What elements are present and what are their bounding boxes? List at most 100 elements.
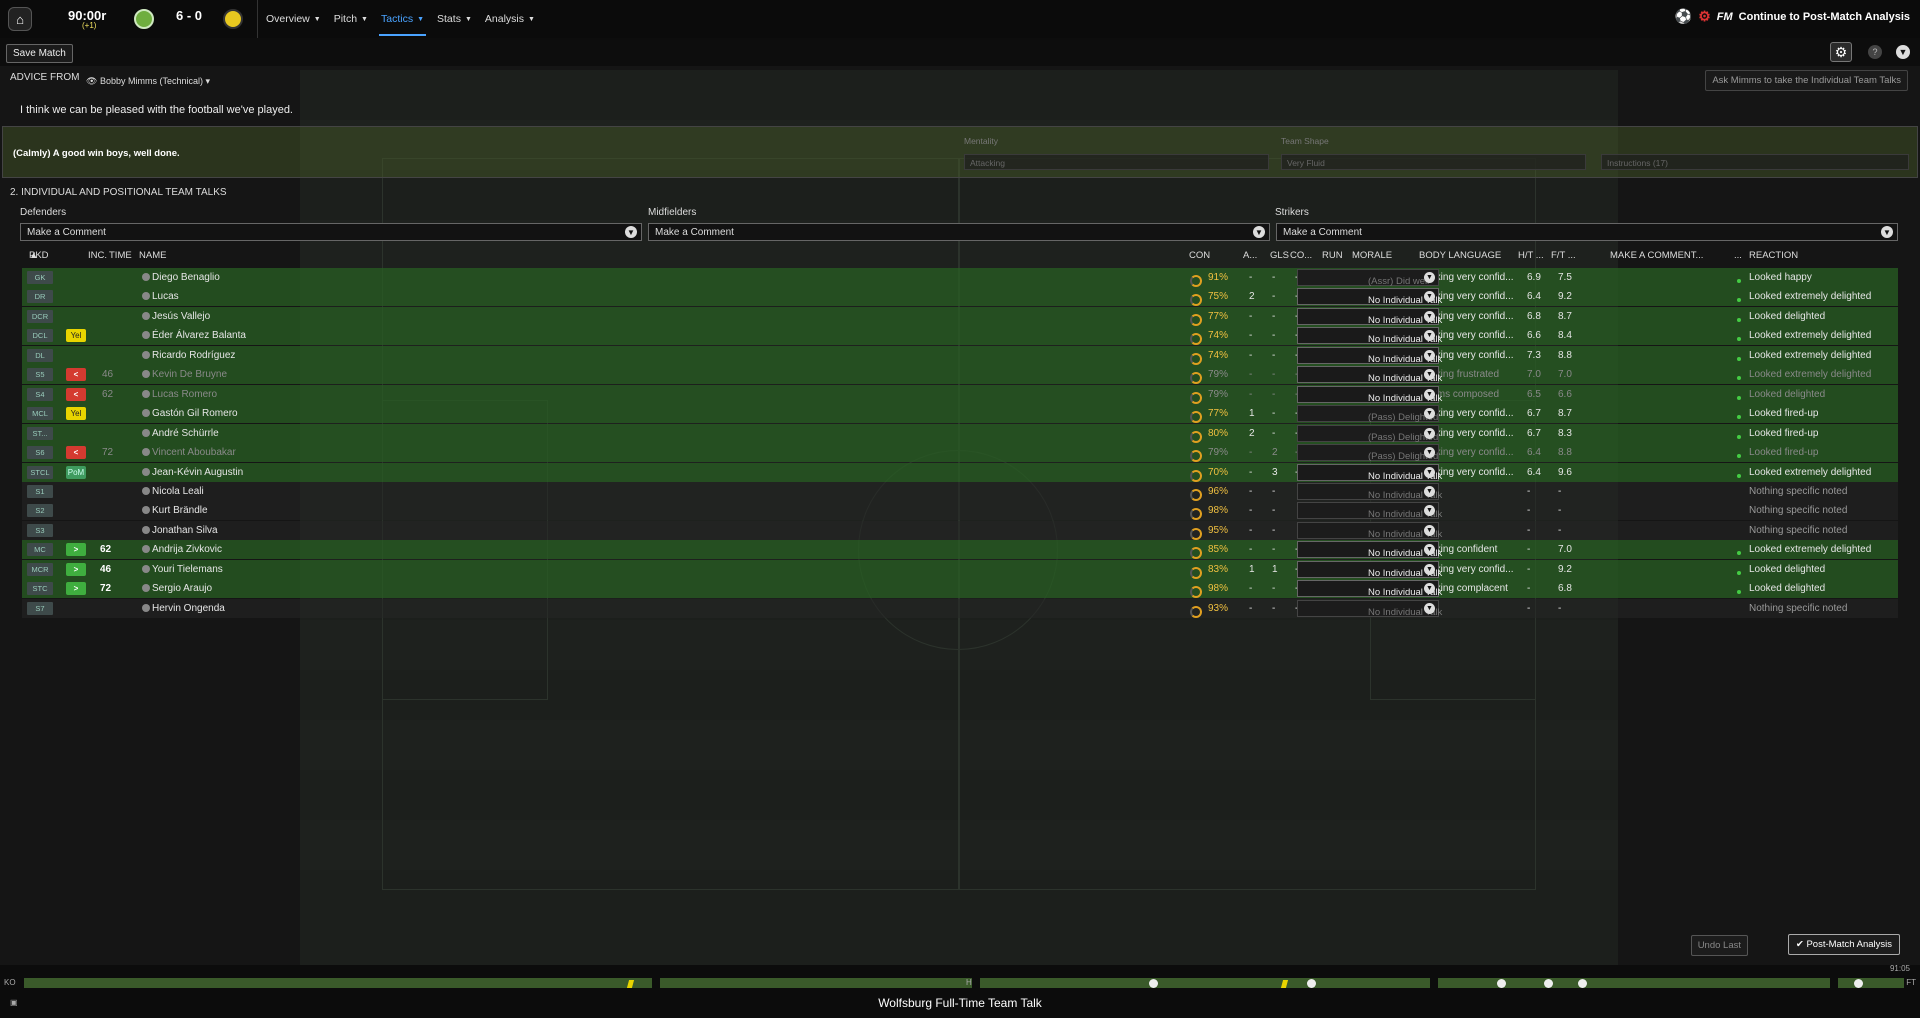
table-row[interactable]: STCLPoM70%Jean-Kévin Augustin-3-10.7kmLo… xyxy=(22,462,1898,482)
player-name[interactable]: Kurt Brändle xyxy=(152,505,208,516)
individual-talk-select[interactable]: (Pass) Delighted ▼ xyxy=(1297,405,1439,423)
post-match-analysis-button[interactable]: ✔ Post-Match Analysis xyxy=(1787,934,1900,955)
col-co[interactable]: CO... xyxy=(1290,250,1312,261)
table-row[interactable]: ST...80%André Schürrle2--13.1kmLooking v… xyxy=(22,423,1898,443)
player-name[interactable]: Kevin De Bruyne xyxy=(152,369,227,380)
info-icon[interactable] xyxy=(142,292,150,301)
individual-talk-select[interactable]: No Individual Talk ▼ xyxy=(1297,346,1442,365)
individual-talk-select[interactable]: (Assr) Did well ▼ xyxy=(1297,269,1439,287)
table-row[interactable]: S6<7279%Vincent Aboubakar-2-9.1kmLooking… xyxy=(22,443,1898,463)
col-run[interactable]: RUN xyxy=(1322,250,1343,261)
info-icon[interactable] xyxy=(142,428,150,437)
player-name[interactable]: Lucas xyxy=(152,291,179,302)
table-row[interactable]: DL74%Ricardo Rodríguez---14.5kmLooking v… xyxy=(22,345,1898,365)
midfielders-comment-select[interactable]: Make a Comment ▼ xyxy=(648,223,1270,241)
home-icon[interactable]: ⌂ xyxy=(8,7,32,31)
col-reaction[interactable]: REACTION xyxy=(1749,250,1798,261)
player-name[interactable]: Éder Álvarez Balanta xyxy=(152,330,246,341)
individual-talk-select[interactable]: (Pass) Delighted ▼ xyxy=(1297,424,1439,443)
table-row[interactable]: STC>7298%Sergio Araujo---2.4kmLooking co… xyxy=(22,579,1898,599)
col-comment[interactable]: MAKE A COMMENT... xyxy=(1610,250,1703,261)
chevron-down-icon[interactable]: ▼ xyxy=(1896,45,1910,59)
ask-assistant-button[interactable]: Ask Mimms to take the Individual Team Ta… xyxy=(1705,70,1908,91)
info-icon[interactable] xyxy=(142,311,150,320)
player-name[interactable]: Gastón Gil Romero xyxy=(152,408,238,419)
player-name[interactable]: Jean-Kévin Augustin xyxy=(152,467,243,478)
match-timeline[interactable] xyxy=(24,978,1904,988)
individual-talk-select[interactable]: No Individual Talk ▼ xyxy=(1297,327,1442,345)
individual-talk-select[interactable]: No Individual Talk ▼ xyxy=(1297,521,1442,540)
individual-talk-select[interactable]: No Individual Talk ▼ xyxy=(1297,385,1442,404)
info-icon[interactable] xyxy=(142,545,150,554)
col-con[interactable]: CON xyxy=(1189,250,1210,261)
col-pkd[interactable]: PKD ▲ xyxy=(29,250,49,261)
info-icon[interactable] xyxy=(142,486,150,495)
nav-overview[interactable]: Overview ▼ xyxy=(266,0,321,38)
table-row[interactable]: MCR>4683%Youri Tielemans11-6.8kmLooking … xyxy=(22,559,1898,579)
info-icon[interactable] xyxy=(142,331,150,340)
individual-talk-select[interactable]: No Individual Talk ▼ xyxy=(1297,502,1442,520)
player-name[interactable]: Jesús Vallejo xyxy=(152,311,210,322)
away-team-crest-icon[interactable] xyxy=(223,9,243,29)
player-name[interactable]: Diego Benaglio xyxy=(152,272,220,283)
info-icon[interactable] xyxy=(142,564,150,573)
col-inc[interactable]: INC. xyxy=(88,250,107,261)
nav-pitch[interactable]: Pitch ▼ xyxy=(334,0,368,38)
save-match-button[interactable]: Save Match xyxy=(6,44,73,63)
continue-button[interactable]: Continue to Post-Match Analysis xyxy=(1739,11,1910,23)
help-icon[interactable]: ? xyxy=(1868,45,1882,59)
info-icon[interactable] xyxy=(142,389,150,398)
instructions-select[interactable]: Instructions (17) xyxy=(1601,154,1909,170)
table-row[interactable]: S793%Hervin Ongenda------▲Very GoodNo In… xyxy=(22,598,1898,618)
table-row[interactable]: DCR77%Jesús Vallejo---10.0k...Looking ve… xyxy=(22,306,1898,326)
individual-talk-select[interactable]: No Individual Talk ▼ xyxy=(1297,307,1442,326)
info-icon[interactable] xyxy=(142,370,150,379)
info-icon[interactable] xyxy=(142,584,150,593)
player-name[interactable]: Nicola Leali xyxy=(152,486,204,497)
table-row[interactable]: MC>6285%Andrija Zivkovic---4.4kmLooking … xyxy=(22,540,1898,560)
col-more[interactable]: ... xyxy=(1734,250,1742,261)
table-row[interactable]: S196%Nicola Leali-----▲Very GoodNo Indiv… xyxy=(22,481,1898,501)
player-name[interactable]: Sergio Araujo xyxy=(152,583,212,594)
info-icon[interactable] xyxy=(142,448,150,457)
individual-talk-select[interactable]: (Pass) Delighted ▼ xyxy=(1297,444,1439,462)
player-name[interactable]: André Schürrle xyxy=(152,428,219,439)
individual-talk-select[interactable]: No Individual Talk ▼ xyxy=(1297,580,1442,598)
strikers-comment-select[interactable]: Make a Comment ▼ xyxy=(1276,223,1898,241)
mentality-select[interactable]: Attacking xyxy=(964,154,1269,170)
player-name[interactable]: Hervin Ongenda xyxy=(152,603,225,614)
nav-analysis[interactable]: Analysis ▼ xyxy=(485,0,535,38)
individual-talk-select[interactable]: No Individual Talk ▼ xyxy=(1297,599,1442,618)
col-morale[interactable]: MORALE xyxy=(1352,250,1392,261)
individual-talk-select[interactable]: No Individual Talk ▼ xyxy=(1297,463,1442,482)
table-row[interactable]: DCLYel74%Éder Álvarez Balanta---9.6kmLoo… xyxy=(22,326,1898,346)
player-name[interactable]: Andrija Zivkovic xyxy=(152,544,222,555)
ball-icon[interactable]: ⚽ xyxy=(1675,8,1692,25)
table-row[interactable]: DR75%Lucas2--14.4kmLooking very confid..… xyxy=(22,287,1898,307)
info-icon[interactable] xyxy=(142,525,150,534)
nav-tactics[interactable]: Tactics ▼ xyxy=(378,0,427,38)
player-name[interactable]: Lucas Romero xyxy=(152,389,217,400)
individual-talk-select[interactable]: No Individual Talk ▼ xyxy=(1297,482,1442,501)
gear-icon[interactable]: ⚙ xyxy=(1830,42,1852,62)
info-icon[interactable] xyxy=(142,506,150,515)
undo-last-button[interactable]: Undo Last xyxy=(1690,935,1748,956)
player-name[interactable]: Youri Tielemans xyxy=(152,564,223,575)
nav-stats[interactable]: Stats ▼ xyxy=(437,0,472,38)
col-time[interactable]: TIME xyxy=(109,250,132,261)
col-assists[interactable]: A... xyxy=(1243,250,1257,261)
table-row[interactable]: S298%Kurt Brändle-----▲SuperbNo Individu… xyxy=(22,501,1898,521)
player-name[interactable]: Vincent Aboubakar xyxy=(152,447,236,458)
table-row[interactable]: S4<6279%Lucas Romero---8.8kmSeems compos… xyxy=(22,384,1898,404)
table-row[interactable]: MCLYel77%Gastón Gil Romero1--13.2kmLooki… xyxy=(22,404,1898,424)
info-icon[interactable] xyxy=(142,350,150,359)
individual-talk-select[interactable]: No Individual Talk ▼ xyxy=(1297,366,1442,384)
col-ht[interactable]: H/T ... xyxy=(1518,250,1544,261)
table-row[interactable]: S395%Jonathan Silva-----▲GoodNo Individu… xyxy=(22,520,1898,540)
col-body-language[interactable]: BODY LANGUAGE xyxy=(1419,250,1501,261)
col-name[interactable]: NAME xyxy=(139,250,166,261)
col-ft[interactable]: F/T ... xyxy=(1551,250,1576,261)
col-goals[interactable]: GLS xyxy=(1270,250,1289,261)
info-icon[interactable] xyxy=(142,467,150,476)
player-name[interactable]: Jonathan Silva xyxy=(152,525,218,536)
